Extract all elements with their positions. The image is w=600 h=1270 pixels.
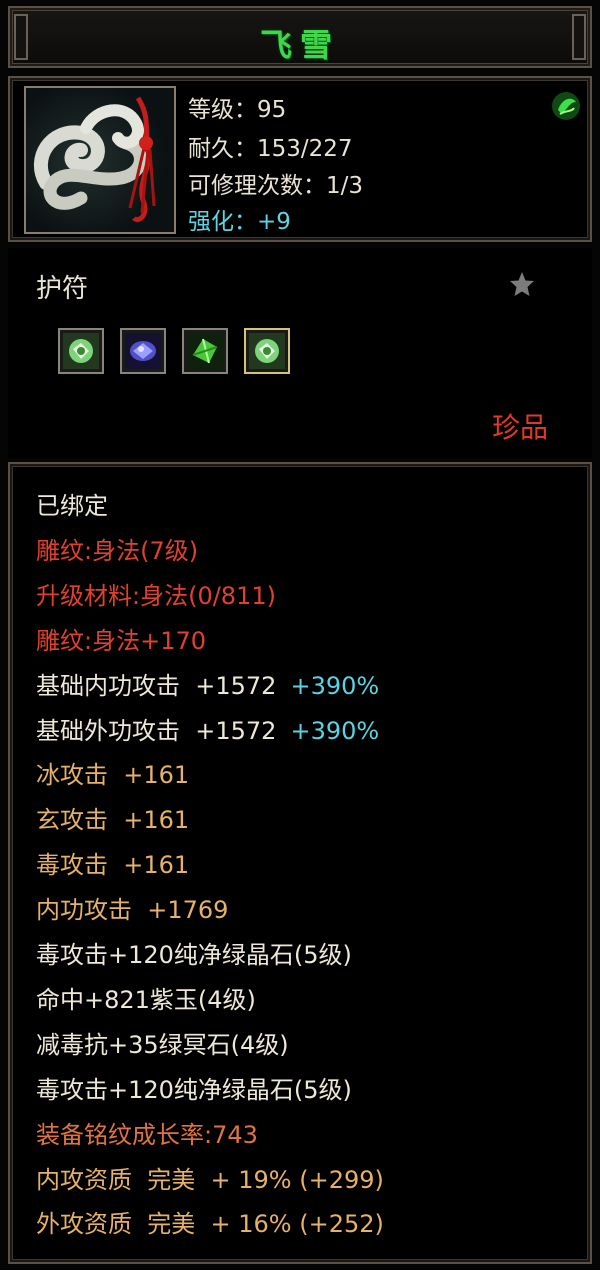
item-tooltip: 飞雪 等级：95 耐久：153/227 可修理次数：1/3 强化：+9 护符 珍… [0, 0, 600, 1270]
socket-slot-1[interactable] [58, 328, 104, 374]
item-category: 护符 [36, 274, 89, 304]
attribute-line: 命中+821紫玉(4级) [36, 985, 256, 1015]
attribute-text: 毒攻击 +161 [36, 851, 190, 880]
socket-slot-4[interactable] [244, 328, 290, 374]
socket-slot-2[interactable] [120, 328, 166, 374]
attribute-line: 基础内功攻击 +1572 +390% [36, 671, 379, 701]
attribute-bonus-percent: +390% [290, 716, 380, 745]
attribute-line: 玄攻击 +161 [36, 805, 189, 835]
attribute-text: 升级材料:身法(0/811) [36, 581, 276, 610]
socket-slot-3[interactable] [182, 328, 228, 374]
level-stat: 等级：95 [188, 97, 287, 123]
attribute-line: 冰攻击 +161 [36, 760, 189, 790]
attribute-line: 装备铭纹成长率:743 [36, 1120, 258, 1150]
attribute-bonus-percent: +390% [290, 671, 380, 700]
attribute-line: 雕纹:身法(7级) [36, 536, 198, 566]
repair-count-stat: 可修理次数：1/3 [188, 173, 364, 199]
attribute-text: 毒攻击+120纯净绿晶石(5级) [36, 941, 352, 969]
attribute-text: 命中+821紫玉(4级) [36, 985, 256, 1014]
item-info-panel: 等级：95 耐久：153/227 可修理次数：1/3 强化：+9 [8, 76, 592, 242]
attribute-text: 已绑定 [36, 492, 108, 520]
attribute-line: 已绑定 [36, 491, 108, 521]
attribute-text: 毒攻击+120纯净绿晶石(5级) [36, 1075, 352, 1104]
attribute-text: 基础内功攻击 +1572 [36, 671, 277, 700]
attribute-text: 基础外功攻击 +1572 [36, 716, 277, 745]
attribute-line: 基础外功攻击 +1572 +390% [36, 716, 379, 746]
green-gem-badge-icon [552, 92, 580, 120]
attribute-line: 外攻资质 完美 + 16% (+252) [36, 1209, 384, 1239]
attribute-line: 毒攻击+120纯净绿晶石(5级) [36, 940, 352, 970]
enhance-stat: 强化：+9 [188, 209, 291, 235]
item-category-panel: 护符 珍品 [8, 248, 592, 458]
attribute-line: 内攻资质 完美 + 19% (+299) [36, 1165, 384, 1195]
attribute-text: 内攻资质 完美 + 19% (+299) [36, 1165, 384, 1194]
attribute-text: 装备铭纹成长率:743 [36, 1120, 258, 1149]
rarity-label: 珍品 [492, 411, 549, 444]
attribute-text: 内功攻击 +1769 [36, 896, 229, 925]
title-bar: 飞雪 [8, 6, 592, 68]
attribute-line: 毒攻击 +161 [36, 850, 189, 880]
green-gem-icon [249, 333, 285, 369]
attribute-panel: 已绑定雕纹:身法(7级) 升级材料:身法(0/811) 雕纹:身法+170 基础内功攻… [8, 462, 592, 1264]
attribute-line: 升级材料:身法(0/811) [36, 581, 276, 611]
attribute-text: 外攻资质 完美 + 16% (+252) [36, 1210, 384, 1239]
attribute-text: 玄攻击 +161 [36, 806, 190, 835]
durability-stat: 耐久：153/227 [188, 136, 353, 162]
item-name: 飞雪 [259, 26, 340, 64]
attribute-line: 雕纹:身法+170 [36, 626, 206, 656]
green-gem-icon [63, 333, 99, 369]
attribute-line: 减毒抗+35绿冥石(4级) [36, 1030, 289, 1060]
star-icon[interactable] [508, 270, 536, 298]
attribute-text: 冰攻击 +161 [36, 761, 190, 790]
jade-cloud-amulet-icon [24, 86, 176, 234]
attribute-text: 雕纹:身法+170 [36, 626, 207, 655]
attribute-line: 毒攻击+120纯净绿晶石(5级) [36, 1075, 352, 1105]
attribute-line: 内功攻击 +1769 [36, 895, 228, 925]
attribute-text: 减毒抗+35绿冥石(4级) [36, 1030, 289, 1059]
purple-gem-icon [125, 333, 161, 369]
green-crystal-icon [187, 333, 223, 369]
attribute-text: 雕纹:身法(7级) [36, 536, 199, 565]
